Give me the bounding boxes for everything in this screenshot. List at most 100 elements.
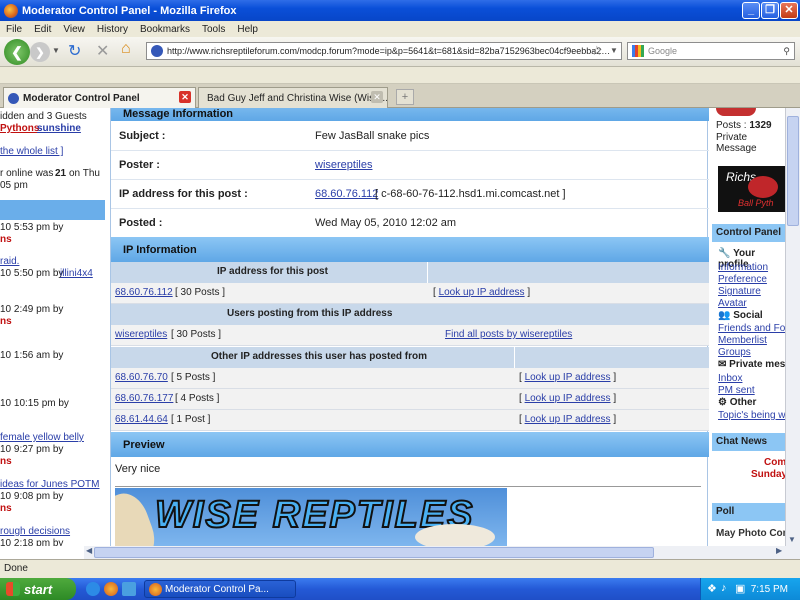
new-tab-button[interactable]: + <box>396 89 414 105</box>
menu-file[interactable]: File <box>6 24 22 35</box>
signature-link[interactable]: Signature <box>718 286 761 297</box>
pm-sent-link[interactable]: PM sent <box>718 385 755 396</box>
topic-link[interactable]: female yellow belly <box>0 432 84 443</box>
tab-close-icon[interactable]: ✕ <box>179 91 191 103</box>
scroll-right-icon[interactable]: ▶ <box>776 546 782 555</box>
menu-tools[interactable]: Tools <box>202 24 225 35</box>
task-label: Moderator Control Pa... <box>165 583 269 595</box>
tab-label: Bad Guy Jeff and Christina Wise (Wise ..… <box>207 92 388 104</box>
topic-meta: 10 9:27 pm by <box>0 444 64 455</box>
topics-watched-link[interactable]: Topic's being wa <box>718 410 785 421</box>
network-icon[interactable]: ▣ <box>735 582 745 595</box>
other-ip-link[interactable]: 68.61.44.64 <box>115 414 168 425</box>
hscroll-thumb[interactable] <box>94 547 654 558</box>
address-bar[interactable]: http://www.richsreptileforum.com/modcp.f… <box>146 42 622 60</box>
poster-link[interactable]: wisereptiles <box>315 159 372 171</box>
scroll-left-icon[interactable]: ◀ <box>86 546 92 555</box>
home-icon[interactable]: ⌂ <box>121 40 131 58</box>
stop-icon[interactable]: ✕ <box>96 41 109 61</box>
tab-moderator-control-panel[interactable]: Moderator Control Panel ✕ <box>3 87 196 108</box>
find-all-posts-link[interactable]: Find all posts by wisereptiles <box>445 329 572 340</box>
clock: 7:15 PM <box>750 583 788 595</box>
column-header: IP address for this post <box>217 266 328 277</box>
volume-icon[interactable]: ♪ <box>721 582 727 594</box>
scroll-thumb[interactable] <box>787 116 799 226</box>
inbox-link[interactable]: Inbox <box>718 373 742 384</box>
tab-close-icon[interactable]: ✕ <box>371 91 383 103</box>
status-text: Done <box>4 563 28 574</box>
tray-icon[interactable]: ❖ <box>707 582 717 595</box>
posts-label: Posts : <box>716 120 747 131</box>
preference-link[interactable]: Preference <box>718 274 767 285</box>
reload-icon[interactable]: ↻ <box>68 41 81 61</box>
url-dropdown-icon[interactable]: ▼ <box>610 46 618 55</box>
menu-help[interactable]: Help <box>237 24 258 35</box>
groups-link[interactable]: Groups <box>718 347 751 358</box>
horizontal-scrollbar[interactable]: ◀ ▶ <box>84 546 800 559</box>
lookup-ip-link[interactable]: Look up IP address <box>525 372 611 383</box>
whole-list-link[interactable]: the whole list ] <box>0 146 63 157</box>
user-row: wisereptiles [ 30 Posts ] Find all posts… <box>111 325 709 346</box>
menu-bookmarks[interactable]: Bookmarks <box>140 24 190 35</box>
avatar-link[interactable]: Avatar <box>718 298 747 309</box>
menu-view[interactable]: View <box>63 24 85 35</box>
message-info-header: Message Information <box>111 108 709 121</box>
menu-edit[interactable]: Edit <box>34 24 51 35</box>
post-ip-link[interactable]: 68.60.76.112 <box>115 287 173 298</box>
avatar-image <box>716 108 756 116</box>
other-ip-link[interactable]: 68.60.76.177 <box>115 393 173 404</box>
posted-value: Wed May 05, 2010 12:02 am <box>315 217 457 229</box>
post-count: [ 4 Posts ] <box>175 393 220 404</box>
user-link[interactable]: wisereptiles <box>115 329 167 340</box>
forward-button[interactable]: ❯ <box>30 42 50 62</box>
search-input[interactable]: Google ⚲ <box>627 42 795 60</box>
ie-icon[interactable] <box>86 582 100 596</box>
tab-site-icon <box>8 92 19 104</box>
lookup-ip-link[interactable]: Look up IP address <box>525 393 611 404</box>
memberlist-link[interactable]: Memberlist <box>718 335 767 346</box>
close-button[interactable]: ✕ <box>780 2 798 19</box>
other-ip-link[interactable]: 68.60.76.70 <box>115 372 168 383</box>
maximize-button[interactable]: ❐ <box>761 2 779 19</box>
other-ip-row: 68.60.76.177 [ 4 Posts ] [ Look up IP ad… <box>111 389 709 410</box>
friends-foes-link[interactable]: Friends and Foe <box>718 323 785 334</box>
taskbar-firefox-button[interactable]: Moderator Control Pa... <box>144 580 296 598</box>
topic-link[interactable]: rough decisions <box>0 526 70 537</box>
url-text: http://www.richsreptileforum.com/modcp.f… <box>167 46 611 56</box>
online-user-link[interactable]: sunshine <box>37 123 81 134</box>
vertical-scrollbar[interactable]: ▼ <box>785 108 800 546</box>
history-dropdown-icon[interactable]: ▼ <box>52 46 60 55</box>
lookup-ip-link[interactable]: Look up IP address <box>439 287 525 298</box>
firefox-icon <box>4 3 18 18</box>
minimize-button[interactable]: _ <box>742 2 760 19</box>
topic-author[interactable]: ns <box>0 234 12 245</box>
other-ip-row: 68.61.44.64 [ 1 Post ] [ Look up IP addr… <box>111 410 709 431</box>
topic-author[interactable]: illini4x4 <box>60 268 93 279</box>
post-count: [ 1 Post ] <box>171 414 211 425</box>
start-button[interactable]: start <box>0 578 76 600</box>
topic-link[interactable]: ideas for Junes POTM <box>0 479 99 490</box>
online-user-link[interactable]: Pythons <box>0 123 39 134</box>
firefox-quicklaunch-icon[interactable] <box>104 582 118 596</box>
lookup-ip-link[interactable]: Look up IP address <box>525 414 611 425</box>
scroll-down-icon[interactable]: ▼ <box>788 535 796 544</box>
subject-label: Subject : <box>119 130 166 142</box>
bookmark-star-icon[interactable]: ☆ <box>591 43 603 59</box>
topic-link[interactable]: raid. <box>0 256 19 267</box>
ip-link[interactable]: 68.60.76.112 <box>315 188 378 200</box>
section-title: Preview <box>123 438 165 451</box>
menu-history[interactable]: History <box>97 24 128 35</box>
magnifier-icon[interactable]: ⚲ <box>783 46 790 57</box>
site-icon <box>151 45 163 57</box>
information-link[interactable]: Information <box>718 262 768 273</box>
back-button[interactable]: ❮ <box>4 39 30 65</box>
topic-author[interactable]: ns <box>0 503 12 514</box>
post-count: [ 30 Posts ] <box>171 329 222 340</box>
topic-author[interactable]: ns <box>0 456 12 467</box>
private-message-link[interactable]: Private Message <box>716 132 785 154</box>
desktop-icon[interactable] <box>122 582 136 596</box>
online-count-text: idden and 3 Guests <box>0 111 87 122</box>
tab-bad-guy-jeff[interactable]: Bad Guy Jeff and Christina Wise (Wise ..… <box>198 87 388 108</box>
topic-author[interactable]: ns <box>0 316 12 327</box>
google-icon[interactable] <box>632 45 644 57</box>
